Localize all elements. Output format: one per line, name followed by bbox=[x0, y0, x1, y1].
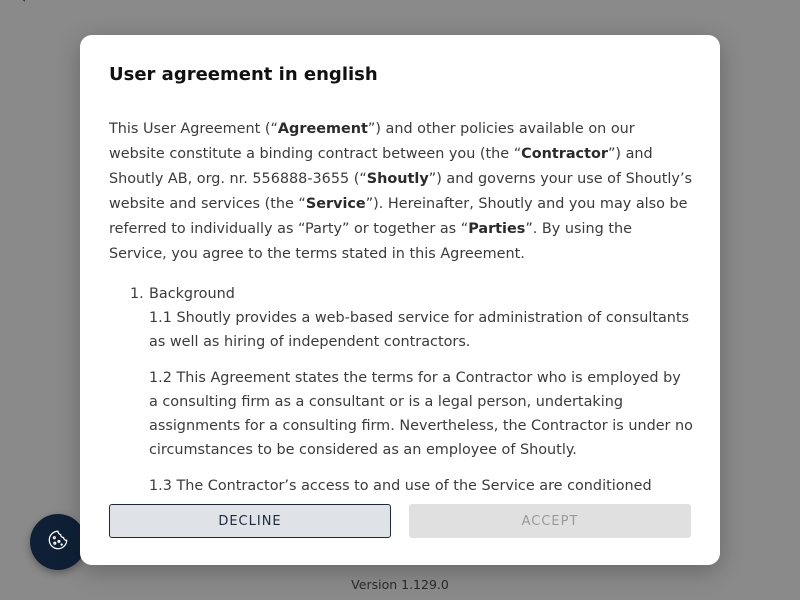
accept-button[interactable]: ACCEPT bbox=[409, 504, 691, 538]
decline-button[interactable]: DECLINE bbox=[109, 504, 391, 538]
intro-text: This User Agreement (“ bbox=[109, 121, 278, 137]
agreement-text-scroll[interactable]: This User Agreement (“Agreement”) and ot… bbox=[109, 117, 694, 498]
defined-term: Contractor bbox=[521, 146, 608, 162]
agreement-intro: This User Agreement (“Agreement”) and ot… bbox=[109, 117, 694, 267]
defined-term: Agreement bbox=[277, 121, 368, 137]
cookie-settings-button[interactable] bbox=[30, 514, 86, 570]
back-arrow-icon[interactable]: ‹ bbox=[20, 0, 36, 6]
agreement-section: 1. Background 1.1 Shoutly provides a web-b… bbox=[109, 282, 694, 498]
dialog-title: User agreement in english bbox=[109, 64, 378, 85]
version-label: Version 1.129.0 bbox=[351, 577, 449, 592]
agreement-sections: 1. Background 1.1 Shoutly provides a web-b… bbox=[109, 282, 694, 498]
cookie-icon bbox=[47, 529, 69, 555]
defined-term: Service bbox=[305, 196, 366, 212]
defined-term: Shoutly bbox=[366, 171, 429, 187]
section-heading: Background bbox=[149, 286, 235, 302]
section-number: 1. bbox=[130, 286, 144, 302]
section-clause: 1.1 Shoutly provides a web-based service… bbox=[149, 310, 690, 350]
defined-term: Parties bbox=[468, 221, 526, 237]
section-clause: 1.3 The Contractor’s access to and use o… bbox=[149, 478, 652, 494]
user-agreement-dialog: User agreement in english This User Agre… bbox=[80, 35, 720, 565]
section-clause: 1.2 This Agreement states the terms for … bbox=[149, 370, 693, 458]
